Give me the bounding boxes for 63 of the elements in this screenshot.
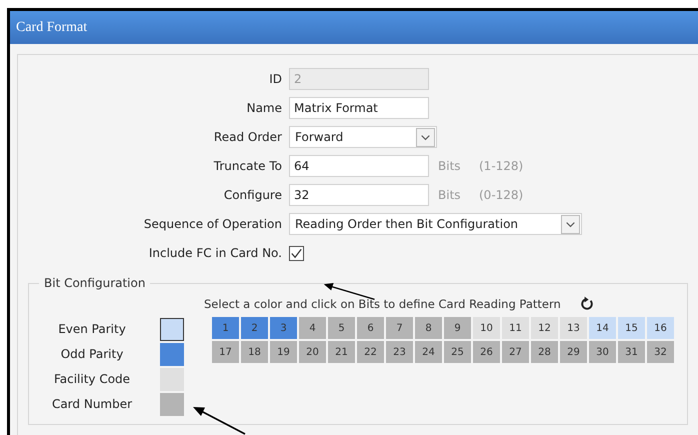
color-swatch[interactable] (160, 368, 184, 390)
legend-label: Facility Code (52, 372, 132, 386)
checkbox[interactable] (289, 246, 304, 260)
bit-cell[interactable]: 25 (444, 341, 471, 363)
legend-label: Even Parity (57, 322, 127, 336)
bit-cell[interactable]: 1 (212, 317, 239, 339)
bit-cell[interactable]: 5 (328, 317, 355, 339)
bit-cell[interactable]: 31 (618, 341, 645, 363)
bit-cell[interactable]: 27 (502, 341, 529, 363)
field-label: ID (268, 72, 282, 86)
bit-cell[interactable]: 24 (415, 341, 442, 363)
unit-label: Bits (438, 188, 462, 202)
field-label: Sequence of Operation (142, 217, 282, 231)
bit-cell[interactable]: 12 (531, 317, 558, 339)
instruction-text: Select a color and click on Bits to define Card Reading Pattern (204, 297, 561, 311)
dropdown[interactable]: Forward (289, 126, 437, 148)
color-swatch[interactable] (160, 318, 184, 340)
caret-icon (416, 128, 435, 146)
bit-cell[interactable]: 3 (270, 317, 297, 339)
bit-cell[interactable]: 2 (241, 317, 268, 339)
bit-cell[interactable]: 11 (502, 317, 529, 339)
color-swatch[interactable] (160, 342, 184, 366)
bit-cell[interactable]: 17 (212, 341, 239, 363)
bit-cell[interactable]: 9 (444, 317, 471, 339)
bit-cell[interactable]: 30 (589, 341, 616, 363)
group-title: Bit Configuration (43, 276, 146, 290)
legend-label: Card Number (50, 397, 134, 411)
bit-cell[interactable]: 26 (473, 341, 500, 363)
bit-cell[interactable]: 15 (618, 317, 645, 339)
bit-cell[interactable]: 28 (531, 341, 558, 363)
range-hint: (0-128) (479, 188, 524, 202)
bit-cell[interactable]: 23 (386, 341, 413, 363)
window-title: Card Format (16, 20, 88, 36)
color-swatch[interactable] (160, 392, 184, 416)
field-label: Include FC in Card No. (148, 246, 282, 260)
bit-cell[interactable]: 16 (647, 317, 674, 339)
field-label: Truncate To (212, 159, 282, 173)
bit-cell[interactable]: 29 (560, 341, 587, 363)
bit-cell[interactable]: 19 (270, 341, 297, 363)
bit-cell[interactable]: 20 (299, 341, 326, 363)
bit-cell[interactable]: 32 (647, 341, 674, 363)
caret-icon (561, 214, 580, 234)
field-label: Configure (222, 188, 282, 202)
bit-cell[interactable]: 18 (241, 341, 268, 363)
unit-label: Bits (438, 159, 462, 173)
text-field[interactable]: 32 (289, 184, 429, 206)
bit-cell[interactable]: 4 (299, 317, 326, 339)
bit-cell[interactable]: 22 (357, 341, 384, 363)
bit-cell[interactable]: 10 (473, 317, 500, 339)
field-label: Read Order (212, 130, 282, 144)
bit-cell[interactable]: 14 (589, 317, 616, 339)
text-field[interactable]: Matrix Format (289, 97, 429, 119)
field-label: Name (246, 101, 282, 115)
refresh-icon[interactable] (578, 296, 595, 312)
bit-cell[interactable]: 21 (328, 341, 355, 363)
bit-cell[interactable]: 8 (415, 317, 442, 339)
text-field[interactable]: 64 (289, 155, 429, 177)
bit-cell[interactable]: 13 (560, 317, 587, 339)
dropdown[interactable]: Reading Order then Bit Configuration (289, 213, 582, 235)
bit-cell[interactable]: 7 (386, 317, 413, 339)
legend-label: Odd Parity (60, 347, 124, 361)
bit-cell[interactable]: 6 (357, 317, 384, 339)
range-hint: (1-128) (479, 159, 524, 173)
